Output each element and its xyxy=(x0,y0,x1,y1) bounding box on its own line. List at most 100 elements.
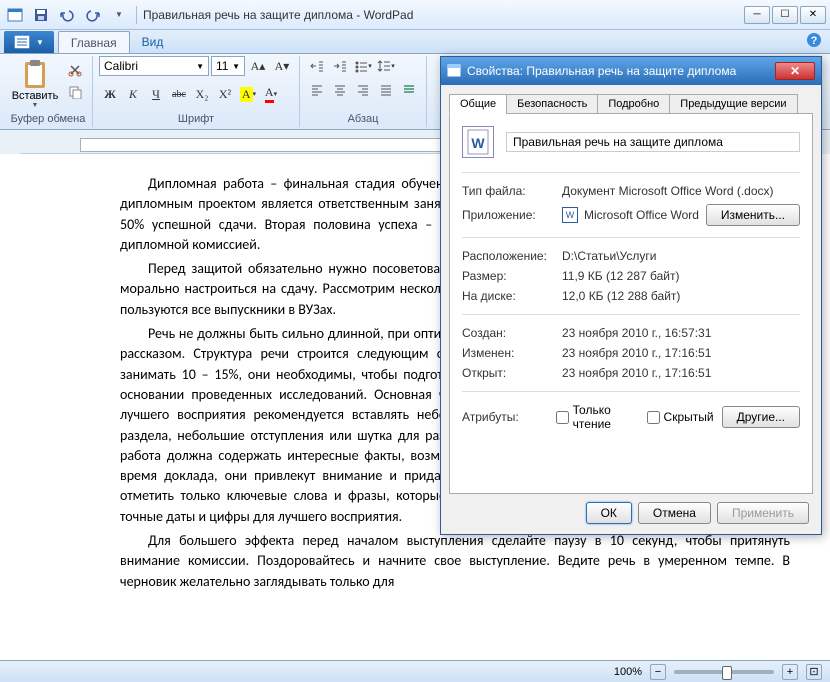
shrink-font-button[interactable]: A▾ xyxy=(271,56,293,76)
close-button[interactable]: ✕ xyxy=(800,6,826,24)
zoom-slider[interactable] xyxy=(674,670,774,674)
minimize-button[interactable]: ─ xyxy=(744,6,770,24)
line-spacing-button[interactable]: ▾ xyxy=(375,56,397,76)
tab-details[interactable]: Подробно xyxy=(597,94,670,114)
undo-icon[interactable] xyxy=(56,4,78,26)
dialog-titlebar[interactable]: Свойства: Правильная речь на защите дипл… xyxy=(441,57,821,85)
readonly-checkbox[interactable]: Только чтение xyxy=(556,403,639,431)
font-size-select[interactable]: 11▼ xyxy=(211,56,245,76)
other-attrs-button[interactable]: Другие... xyxy=(722,406,800,428)
filetype-value: Документ Microsoft Office Word (.docx) xyxy=(562,184,800,198)
fit-button[interactable]: ⊡ xyxy=(806,664,822,680)
group-font: Calibri▼ 11▼ A▴ A▾ Ж К Ч abc X₂ X² A▾ A▾… xyxy=(93,56,300,127)
bold-button[interactable]: Ж xyxy=(99,84,121,104)
align-left-button[interactable] xyxy=(306,80,328,100)
tab-security[interactable]: Безопасность xyxy=(506,94,598,114)
size-disk-value: 12,0 КБ (12 288 байт) xyxy=(562,289,800,303)
maximize-button[interactable]: ☐ xyxy=(772,6,798,24)
chevron-down-icon: ▼ xyxy=(36,38,44,47)
align-right-button[interactable] xyxy=(352,80,374,100)
filename-field[interactable]: Правильная речь на защите диплома xyxy=(506,132,800,152)
font-color-button[interactable]: A▾ xyxy=(260,84,282,104)
strike-button[interactable]: abc xyxy=(168,84,190,104)
decrease-indent-button[interactable] xyxy=(306,56,328,76)
svg-text:W: W xyxy=(471,135,485,151)
tab-content-general: W Правильная речь на защите диплома Тип … xyxy=(449,114,813,494)
dialog-icon xyxy=(447,63,461,80)
modified-label: Изменен: xyxy=(462,346,562,360)
window-title: Правильная речь на защите диплома - Word… xyxy=(143,8,413,22)
cancel-button[interactable]: Отмена xyxy=(638,502,711,524)
group-paragraph: ▾ ▾ Абзац xyxy=(300,56,427,127)
apply-button[interactable]: Применить xyxy=(717,502,809,524)
zoom-out-button[interactable]: − xyxy=(650,664,666,680)
tab-home[interactable]: Главная xyxy=(58,31,130,53)
ok-button[interactable]: ОК xyxy=(586,502,632,524)
group-clipboard: Вставить ▼ Буфер обмена xyxy=(4,56,93,127)
close-icon: ✕ xyxy=(790,64,800,78)
size-disk-label: На диске: xyxy=(462,289,562,303)
paste-button[interactable]: Вставить ▼ xyxy=(10,56,60,111)
dialog-close-button[interactable]: ✕ xyxy=(775,62,815,80)
italic-button[interactable]: К xyxy=(122,84,144,104)
underline-button[interactable]: Ч xyxy=(145,84,167,104)
paragraph-dialog-button[interactable] xyxy=(398,80,420,100)
location-label: Расположение: xyxy=(462,249,562,263)
change-app-button[interactable]: Изменить... xyxy=(706,204,800,226)
highlight-button[interactable]: A▾ xyxy=(237,84,259,104)
zoom-in-button[interactable]: + xyxy=(782,664,798,680)
chevron-down-icon: ▼ xyxy=(32,102,39,109)
quick-access-toolbar: ▼ xyxy=(4,4,130,26)
subscript-button[interactable]: X₂ xyxy=(191,84,213,104)
align-justify-button[interactable] xyxy=(375,80,397,100)
file-menu-button[interactable]: ▼ xyxy=(4,31,54,53)
size-value: 11,9 КБ (12 287 байт) xyxy=(562,269,800,283)
modified-value: 23 ноября 2010 г., 17:16:51 xyxy=(562,346,800,360)
cut-button[interactable] xyxy=(64,60,86,80)
superscript-button[interactable]: X² xyxy=(214,84,236,104)
opened-label: Открыт: xyxy=(462,366,562,380)
group-paragraph-label: Абзац xyxy=(306,113,420,127)
word-doc-icon: W xyxy=(462,126,494,158)
bullets-button[interactable]: ▾ xyxy=(352,56,374,76)
created-value: 23 ноября 2010 г., 16:57:31 xyxy=(562,326,800,340)
tab-view[interactable]: Вид xyxy=(130,31,176,53)
paste-label: Вставить xyxy=(12,90,59,102)
hidden-checkbox[interactable]: Скрытый xyxy=(647,410,714,424)
increase-indent-button[interactable] xyxy=(329,56,351,76)
ribbon-tabs: ▼ Главная Вид ? xyxy=(0,30,830,54)
tab-previous[interactable]: Предыдущие версии xyxy=(669,94,797,114)
filetype-label: Тип файла: xyxy=(462,184,562,198)
properties-dialog: Свойства: Правильная речь на защите дипл… xyxy=(440,56,822,535)
app-value: Microsoft Office Word xyxy=(584,208,699,222)
paragraph: Для большего эффекта перед началом высту… xyxy=(120,531,790,592)
created-label: Создан: xyxy=(462,326,562,340)
redo-icon[interactable] xyxy=(82,4,104,26)
align-center-button[interactable] xyxy=(329,80,351,100)
app-menu-icon[interactable] xyxy=(4,4,26,26)
help-icon[interactable]: ? xyxy=(806,32,822,51)
file-icon xyxy=(14,35,30,49)
clipboard-icon xyxy=(19,58,51,90)
scissors-icon xyxy=(68,63,82,77)
group-font-label: Шрифт xyxy=(99,113,293,127)
highlight-icon: A xyxy=(240,87,253,102)
location-value: D:\Статьи\Услуги xyxy=(562,249,800,263)
dialog-footer: ОК Отмена Применить xyxy=(449,494,813,526)
statusbar: 100% − + ⊡ xyxy=(0,660,830,682)
titlebar: ▼ Правильная речь на защите диплома - Wo… xyxy=(0,0,830,30)
tab-general[interactable]: Общие xyxy=(449,94,507,114)
group-clipboard-label: Буфер обмена xyxy=(10,113,86,127)
grow-font-button[interactable]: A▴ xyxy=(247,56,269,76)
save-icon[interactable] xyxy=(30,4,52,26)
opened-value: 23 ноября 2010 г., 17:16:51 xyxy=(562,366,800,380)
word-app-icon: W xyxy=(562,207,578,223)
qat-dropdown-icon[interactable]: ▼ xyxy=(108,4,130,26)
dialog-tabs: Общие Безопасность Подробно Предыдущие в… xyxy=(449,93,813,114)
attributes-label: Атрибуты: xyxy=(462,410,548,424)
zoom-level: 100% xyxy=(614,666,642,678)
font-color-icon: A xyxy=(265,85,274,103)
size-label: Размер: xyxy=(462,269,562,283)
font-name-select[interactable]: Calibri▼ xyxy=(99,56,209,76)
copy-button[interactable] xyxy=(64,82,86,102)
